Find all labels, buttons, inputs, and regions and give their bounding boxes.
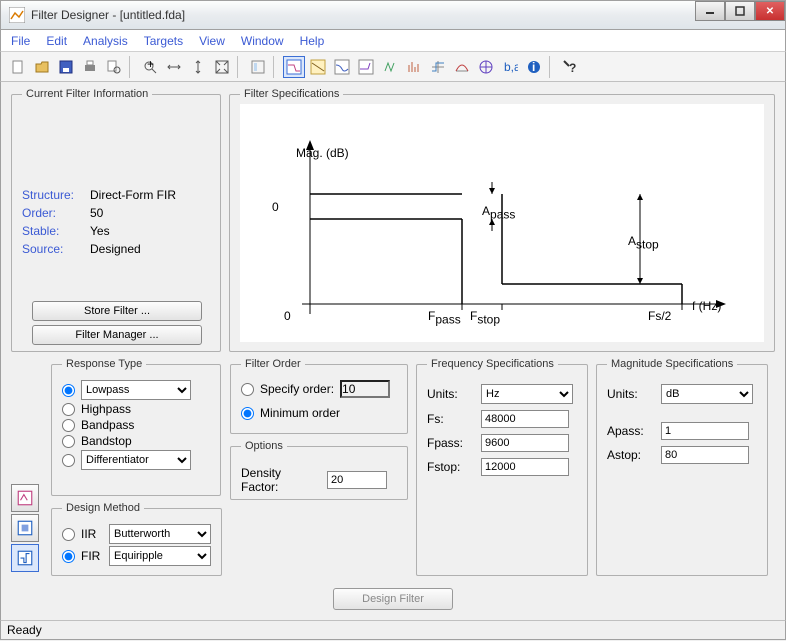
lowpass-radio[interactable] <box>62 384 75 397</box>
view-toggle-bar <box>11 358 43 576</box>
menu-window[interactable]: Window <box>241 34 284 48</box>
view-import-icon[interactable] <box>11 514 39 542</box>
client-area: Current Filter Information Structure: Or… <box>0 82 786 620</box>
stable-value: Yes <box>90 222 176 240</box>
filter-coeffs-icon[interactable] <box>475 56 497 78</box>
design-filter-button[interactable]: Design Filter <box>333 588 453 610</box>
menu-file[interactable]: File <box>11 34 30 48</box>
close-button[interactable]: ✕ <box>755 1 785 21</box>
svg-text:+: + <box>147 59 154 71</box>
filter-specs-icon[interactable] <box>247 56 269 78</box>
structure-value: Direct-Form FIR <box>90 186 176 204</box>
new-icon[interactable] <box>7 56 29 78</box>
store-filter-button[interactable]: Store Filter ... <box>32 301 202 321</box>
density-factor-field[interactable] <box>327 471 387 489</box>
iir-radio[interactable] <box>62 528 75 541</box>
mag-phase-icon[interactable] <box>331 56 353 78</box>
app-icon <box>9 7 25 23</box>
order-label: Order: <box>22 204 74 222</box>
source-label: Source: <box>22 240 74 258</box>
menu-analysis[interactable]: Analysis <box>83 34 128 48</box>
specify-order-radio[interactable] <box>241 383 254 396</box>
filter-manager-button[interactable]: Filter Manager ... <box>32 325 202 345</box>
full-view-icon[interactable] <box>211 56 233 78</box>
step-response-icon[interactable] <box>427 56 449 78</box>
context-help-icon[interactable]: ? <box>559 56 581 78</box>
cfi-legend: Current Filter Information <box>22 88 152 100</box>
lowpass-select[interactable]: Lowpass <box>81 380 191 400</box>
design-method-panel: Design Method IIRButterworth FIREquiripp… <box>51 502 222 576</box>
bandstop-radio[interactable] <box>62 435 75 448</box>
bandpass-radio[interactable] <box>62 419 75 432</box>
current-filter-info-panel: Current Filter Information Structure: Or… <box>11 88 221 352</box>
source-value: Designed <box>90 240 176 258</box>
highpass-radio[interactable] <box>62 403 75 416</box>
fstop-field[interactable] <box>481 458 569 476</box>
svg-text:b,a: b,a <box>504 60 518 74</box>
mag-response-icon[interactable] <box>283 56 305 78</box>
specify-order-field[interactable] <box>340 380 390 398</box>
impulse-response-icon[interactable] <box>403 56 425 78</box>
magnitude-spec-panel: Magnitude Specifications Units:dB Apass:… <box>596 358 768 576</box>
filter-info-icon[interactable]: b,a <box>499 56 521 78</box>
view-design-icon[interactable] <box>11 484 39 512</box>
filter-order-panel: Filter Order Specify order: Minimum orde… <box>230 358 408 434</box>
zoom-in-icon[interactable]: + <box>139 56 161 78</box>
iir-select[interactable]: Butterworth <box>109 524 211 544</box>
svg-text:?: ? <box>569 61 576 75</box>
phase-delay-icon[interactable] <box>379 56 401 78</box>
menu-targets[interactable]: Targets <box>144 34 183 48</box>
window-title: Filter Designer - [untitled.fda] <box>31 8 185 22</box>
maximize-button[interactable] <box>725 1 755 21</box>
frequency-spec-panel: Frequency Specifications Units:Hz Fs: Fp… <box>416 358 588 576</box>
group-delay-icon[interactable] <box>355 56 377 78</box>
spec-plot: Mag. (dB) 0 Apass Astop 0 Fpass Fstop Fs… <box>240 104 764 342</box>
structure-label: Structure: <box>22 186 74 204</box>
astop-field[interactable] <box>661 446 749 464</box>
menu-help[interactable]: Help <box>300 34 325 48</box>
differentiator-select[interactable]: Differentiator <box>81 450 191 470</box>
fs-legend: Filter Specifications <box>240 88 343 100</box>
response-type-panel: Response Type Lowpass Highpass Bandpass … <box>51 358 221 496</box>
differentiator-radio[interactable] <box>62 454 75 467</box>
print-icon[interactable] <box>79 56 101 78</box>
fs-field[interactable] <box>481 410 569 428</box>
title-bar: Filter Designer - [untitled.fda] ✕ <box>0 0 786 30</box>
phase-response-icon[interactable] <box>307 56 329 78</box>
toolbar: + b,a i ? <box>0 52 786 82</box>
fir-select[interactable]: Equiripple <box>109 546 211 566</box>
minimum-order-radio[interactable] <box>241 407 254 420</box>
status-text: Ready <box>7 623 42 637</box>
save-icon[interactable] <box>55 56 77 78</box>
zero-label: 0 <box>272 200 279 214</box>
fpass-field[interactable] <box>481 434 569 452</box>
minimize-button[interactable] <box>695 1 725 21</box>
stable-label: Stable: <box>22 222 74 240</box>
options-panel: Options Density Factor: <box>230 440 408 500</box>
status-bar: Ready <box>0 620 786 640</box>
print-preview-icon[interactable] <box>103 56 125 78</box>
order-value: 50 <box>90 204 176 222</box>
open-icon[interactable] <box>31 56 53 78</box>
apass-field[interactable] <box>661 422 749 440</box>
menu-edit[interactable]: Edit <box>46 34 67 48</box>
info-icon[interactable]: i <box>523 56 545 78</box>
filter-specifications-panel: Filter Specifications <box>229 88 775 352</box>
fir-radio[interactable] <box>62 550 75 563</box>
mag-label: Mag. (dB) <box>296 146 349 160</box>
menu-view[interactable]: View <box>199 34 225 48</box>
zoom-x-icon[interactable] <box>163 56 185 78</box>
svg-text:i: i <box>532 60 535 74</box>
freq-units-select[interactable]: Hz <box>481 384 573 404</box>
pole-zero-icon[interactable] <box>451 56 473 78</box>
view-quantize-icon[interactable] <box>11 544 39 572</box>
mag-units-select[interactable]: dB <box>661 384 753 404</box>
zoom-y-icon[interactable] <box>187 56 209 78</box>
menu-bar: File Edit Analysis Targets View Window H… <box>0 30 786 52</box>
